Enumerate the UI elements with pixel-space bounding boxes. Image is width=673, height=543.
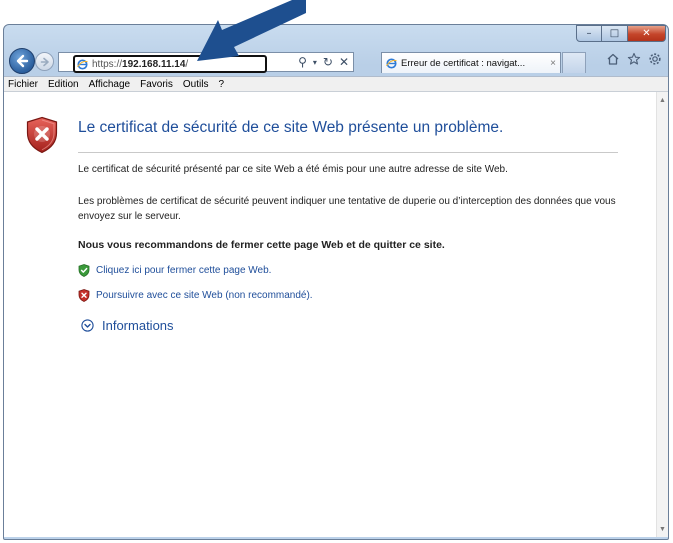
stop-icon[interactable]: ✕ bbox=[339, 55, 349, 69]
address-bar[interactable]: https://192.168.11.14/ ⚲ ▾ ↻ ✕ bbox=[58, 52, 354, 73]
ie-tab-icon bbox=[386, 57, 397, 69]
close-page-link[interactable]: Cliquez ici pour fermer cette page Web. bbox=[78, 264, 271, 277]
page-content: Le certificat de sécurité de ce site Web… bbox=[4, 92, 656, 537]
recommendation-text: Nous vous recommandons de fermer cette p… bbox=[78, 239, 445, 251]
tab-certificate-error[interactable]: Erreur de certificat : navigat... × bbox=[381, 52, 561, 73]
address-url-highlight[interactable]: https://192.168.11.14/ bbox=[73, 55, 267, 73]
back-button[interactable] bbox=[9, 48, 35, 74]
tab-close-icon[interactable]: × bbox=[550, 58, 556, 69]
home-icon[interactable] bbox=[606, 52, 620, 66]
menu-outils[interactable]: Outils bbox=[178, 79, 214, 90]
search-icon[interactable]: ⚲ bbox=[298, 55, 307, 69]
more-information-label[interactable]: Informations bbox=[102, 318, 174, 333]
close-page-link-label[interactable]: Cliquez ici pour fermer cette page Web. bbox=[96, 265, 271, 276]
shield-x-icon bbox=[78, 289, 90, 302]
forward-button[interactable] bbox=[35, 52, 54, 71]
menu-bar: Fichier Edition Affichage Favoris Outils… bbox=[4, 76, 668, 92]
scroll-up-icon[interactable]: ▲ bbox=[657, 94, 668, 106]
menu-edition[interactable]: Edition bbox=[43, 79, 84, 90]
window-controls: – □ ✕ bbox=[576, 25, 666, 44]
continue-site-link-label[interactable]: Poursuivre avec ce site Web (non recomma… bbox=[96, 290, 313, 301]
arrow-left-icon bbox=[16, 54, 29, 68]
url-scheme: https:// bbox=[92, 58, 123, 70]
url-suffix: / bbox=[185, 58, 189, 70]
menu-affichage[interactable]: Affichage bbox=[84, 79, 136, 90]
menu-help[interactable]: ? bbox=[213, 79, 229, 90]
vertical-scrollbar[interactable]: ▲ ▼ bbox=[656, 92, 668, 537]
menu-fichier[interactable]: Fichier bbox=[4, 79, 43, 90]
more-information-toggle[interactable]: Informations bbox=[81, 318, 174, 333]
maximize-button[interactable]: □ bbox=[602, 25, 628, 42]
chevron-down-circle-icon bbox=[81, 319, 94, 332]
url-host: 192.168.11.14 bbox=[122, 58, 186, 70]
arrow-right-icon bbox=[40, 57, 49, 66]
new-tab-button[interactable] bbox=[562, 52, 586, 73]
minimize-button[interactable]: – bbox=[576, 25, 602, 42]
refresh-icon[interactable]: ↻ bbox=[323, 55, 333, 69]
shield-check-icon bbox=[78, 264, 90, 277]
shield-error-icon bbox=[26, 116, 58, 154]
ie-page-icon bbox=[77, 58, 88, 70]
cert-description: Le certificat de sécurité présenté par c… bbox=[78, 164, 508, 175]
cert-warning: Les problèmes de certificat de sécurité … bbox=[78, 196, 616, 222]
close-window-button[interactable]: ✕ bbox=[628, 25, 666, 42]
scroll-down-icon[interactable]: ▼ bbox=[657, 523, 668, 535]
favorites-star-icon[interactable] bbox=[627, 52, 641, 66]
toolbar-icons bbox=[606, 52, 662, 66]
address-tools: ⚲ ▾ ↻ ✕ bbox=[298, 54, 349, 70]
page-title: Le certificat de sécurité de ce site Web… bbox=[78, 119, 504, 136]
continue-site-link[interactable]: Poursuivre avec ce site Web (non recomma… bbox=[78, 289, 313, 302]
menu-favoris[interactable]: Favoris bbox=[135, 79, 178, 90]
gear-icon[interactable] bbox=[648, 52, 662, 66]
title-divider bbox=[78, 152, 618, 153]
dropdown-icon[interactable]: ▾ bbox=[313, 58, 317, 67]
tab-title: Erreur de certificat : navigat... bbox=[401, 57, 526, 69]
